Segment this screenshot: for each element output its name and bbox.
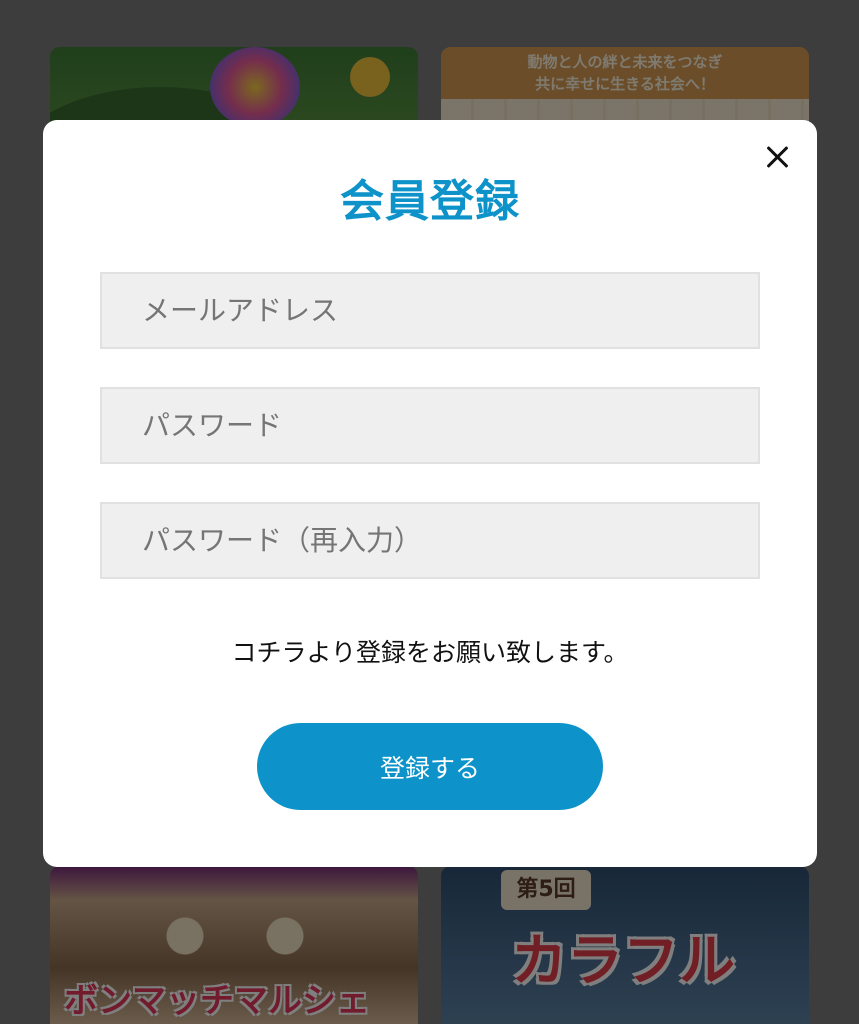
register-button[interactable]: 登録する xyxy=(257,723,603,810)
email-field[interactable] xyxy=(100,272,760,349)
password-confirm-field[interactable] xyxy=(100,502,760,579)
registration-modal: 会員登録 コチラより登録をお願い致します。 登録する xyxy=(43,120,817,867)
registration-message: コチラより登録をお願い致します。 xyxy=(231,638,629,667)
password-field[interactable] xyxy=(100,387,760,464)
modal-title: 会員登録 xyxy=(340,176,520,227)
